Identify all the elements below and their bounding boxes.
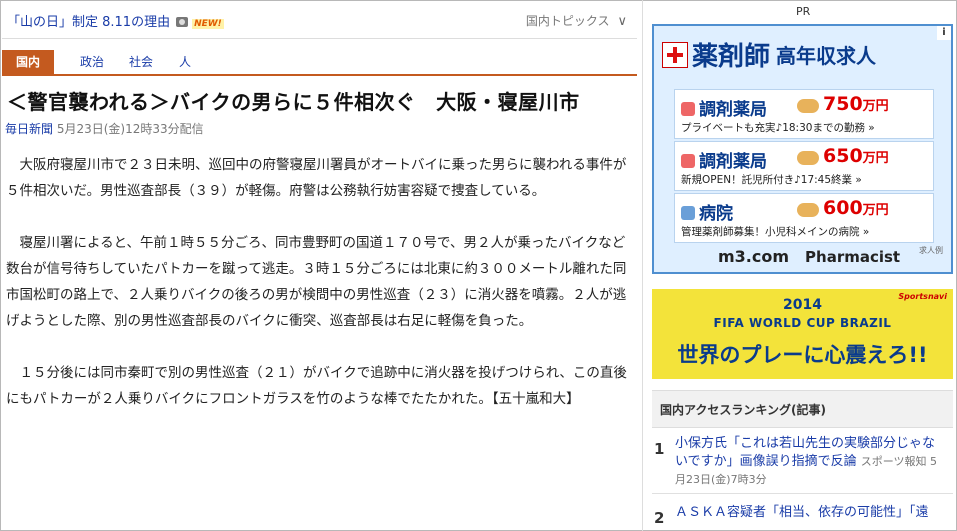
logo-subtext[interactable]: Pharmacist bbox=[805, 248, 900, 266]
info-icon[interactable]: i bbox=[937, 26, 951, 40]
rank-number: 1 bbox=[654, 440, 665, 458]
medical-cross-icon bbox=[662, 41, 688, 68]
pharmacy-icon bbox=[681, 102, 695, 116]
featured-topic-link[interactable]: 「山の日」制定 8.11の理由 NEW! bbox=[7, 11, 224, 30]
job-salary[interactable]: 600 bbox=[823, 197, 863, 219]
rank-link[interactable]: ＡＳＫＡ容疑者「相当、依存の可能性」「遠 bbox=[675, 505, 929, 520]
m3-logo[interactable]: m3.com Pharmacist bbox=[718, 247, 900, 266]
new-badge: NEW! bbox=[192, 19, 224, 29]
column-divider bbox=[642, 0, 643, 531]
tab-society[interactable]: 社会 bbox=[129, 50, 153, 74]
ranking-divider bbox=[652, 493, 953, 494]
article-paragraph: １５分後には同市秦町で別の男性巡査（２１）がバイクで追跡中に消火器を投げつけられ… bbox=[6, 365, 627, 407]
ad-title-sub: 高年収求人 bbox=[776, 44, 877, 68]
salary-unit: 万円 bbox=[862, 99, 889, 114]
coin-icon bbox=[797, 203, 819, 217]
ad-note: 求人例 bbox=[919, 246, 943, 255]
job-description[interactable]: 新規OPEN！託児所付き♪17:45終業 » bbox=[681, 172, 862, 187]
article-date: 5月23日(金)12時33分配信 bbox=[56, 122, 204, 136]
hospital-icon bbox=[681, 206, 695, 220]
pharmacist-job-ad[interactable]: i 薬剤師 高年収求人 調剤薬局 750万円 プライベートも充実♪18:30までの… bbox=[652, 24, 953, 274]
tab-politics[interactable]: 政治 bbox=[80, 50, 104, 74]
camera-icon bbox=[176, 17, 189, 27]
pharmacy-icon bbox=[681, 154, 695, 168]
banner-tagline: 世界のプレーに心震えろ!! bbox=[677, 343, 928, 367]
banner-year: 2014 bbox=[783, 297, 822, 313]
topics-bar: 「山の日」制定 8.11の理由 NEW! 国内トピックス ∨ bbox=[2, 2, 637, 39]
article-title: ＜警官襲われる＞バイクの男らに５件相次ぐ 大阪・寝屋川市 bbox=[7, 90, 580, 114]
salary-unit: 万円 bbox=[862, 151, 889, 166]
tab-domestic[interactable]: 国内 bbox=[2, 50, 55, 74]
category-tabs: 国内 政治 社会 人 bbox=[2, 50, 637, 76]
salary-unit: 万円 bbox=[862, 203, 889, 218]
ad-headline: 薬剤師 高年収求人 bbox=[662, 36, 876, 72]
rank-number: 2 bbox=[654, 509, 665, 527]
job-salary[interactable]: 650 bbox=[823, 145, 863, 167]
ranking-header: 国内アクセスランキング(記事) bbox=[652, 390, 953, 428]
article-paragraph: 大阪府寝屋川市で２３日未明、巡回中の府警寝屋川署員がオートバイに乗った男らに襲わ… bbox=[6, 157, 627, 199]
article-paragraph: 寝屋川署によると、午前１時５５分ごろ、同市豊野町の国道１７０号で、男２人が乗った… bbox=[6, 235, 627, 329]
article-source-link[interactable]: 毎日新聞 bbox=[5, 122, 53, 136]
job-description[interactable]: プライベートも充実♪18:30までの勤務 » bbox=[681, 120, 875, 135]
job-description[interactable]: 管理薬剤師募集！小児科メインの病院 » bbox=[681, 224, 869, 239]
topics-label[interactable]: 国内トピックス bbox=[526, 14, 610, 28]
chevron-down-icon[interactable]: ∨ bbox=[617, 14, 627, 29]
banner-event: FIFA WORLD CUP BRAZIL bbox=[713, 316, 892, 330]
job-listing[interactable]: 調剤薬局 750万円 プライベートも充実♪18:30までの勤務 » bbox=[674, 89, 934, 139]
ranking-title: 国内アクセスランキング(記事) bbox=[660, 403, 827, 417]
topics-dropdown[interactable]: 国内トピックス ∨ bbox=[526, 12, 627, 29]
featured-topic-text[interactable]: 「山の日」制定 8.11の理由 bbox=[7, 15, 170, 30]
coin-icon bbox=[797, 151, 819, 165]
main-column: 「山の日」制定 8.11の理由 NEW! 国内トピックス ∨ 国内 政治 社会 人 … bbox=[2, 2, 637, 529]
logo-text[interactable]: m3.com bbox=[718, 247, 789, 266]
article-byline: 毎日新聞 5月23日(金)12時33分配信 bbox=[5, 120, 204, 137]
ad-title-main: 薬剤師 bbox=[692, 42, 771, 72]
pr-label: PR bbox=[796, 5, 811, 18]
job-type[interactable]: 調剤薬局 bbox=[699, 152, 767, 172]
job-listing[interactable]: 調剤薬局 650万円 新規OPEN！託児所付き♪17:45終業 » bbox=[674, 141, 934, 191]
article-body: 大阪府寝屋川市で２３日未明、巡回中の府警寝屋川署員がオートバイに乗った男らに襲わ… bbox=[6, 152, 636, 412]
job-listing[interactable]: 病院 600万円 管理薬剤師募集！小児科メインの病院 » bbox=[674, 193, 934, 243]
job-type[interactable]: 病院 bbox=[699, 204, 733, 224]
job-type[interactable]: 調剤薬局 bbox=[699, 100, 767, 120]
coin-icon bbox=[797, 99, 819, 113]
worldcup-banner-ad[interactable]: Sportsnavi 2014 FIFA WORLD CUP BRAZIL 世界… bbox=[652, 289, 953, 379]
tab-people[interactable]: 人 bbox=[179, 50, 191, 74]
job-salary[interactable]: 750 bbox=[823, 93, 863, 115]
